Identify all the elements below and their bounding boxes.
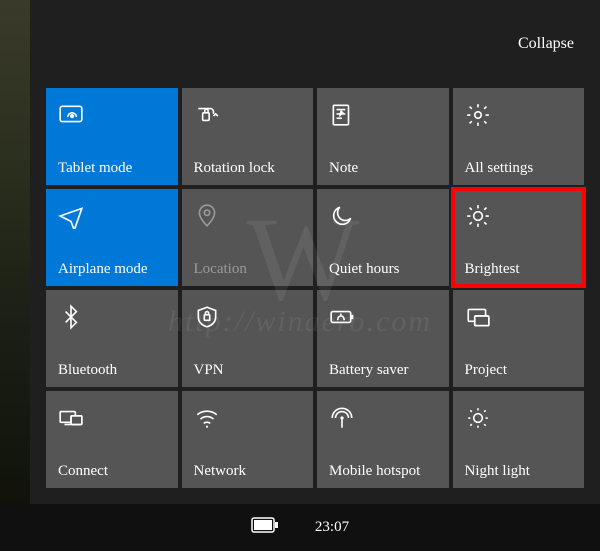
- tile-label: Airplane mode: [58, 260, 170, 278]
- tile-location[interactable]: Location: [182, 189, 314, 286]
- note-icon: [317, 88, 449, 132]
- night-light-sun-icon: [453, 391, 585, 435]
- tile-tablet-mode[interactable]: Tablet mode: [46, 88, 178, 185]
- tile-label: Network: [194, 462, 306, 480]
- tile-label: Quiet hours: [329, 260, 441, 278]
- tile-label: Project: [465, 361, 577, 379]
- wifi-icon: [182, 391, 314, 435]
- tile-label: Rotation lock: [194, 159, 306, 177]
- settings-gear-icon: [453, 88, 585, 132]
- tile-note[interactable]: Note: [317, 88, 449, 185]
- battery-tray-icon[interactable]: [251, 516, 279, 539]
- tile-quiet-hours[interactable]: Quiet hours: [317, 189, 449, 286]
- tile-label: Bluetooth: [58, 361, 170, 379]
- tile-label: Battery saver: [329, 361, 441, 379]
- tile-label: All settings: [465, 159, 577, 177]
- tile-label: Connect: [58, 462, 170, 480]
- airplane-icon: [46, 189, 178, 233]
- header-row: Collapse: [30, 0, 600, 88]
- battery-saver-icon: [317, 290, 449, 334]
- tile-brightness[interactable]: Brightest: [453, 189, 585, 286]
- tile-label: VPN: [194, 361, 306, 379]
- moon-icon: [317, 189, 449, 233]
- vpn-shield-icon: [182, 290, 314, 334]
- rotation-lock-icon: [182, 88, 314, 132]
- tile-vpn[interactable]: VPN: [182, 290, 314, 387]
- taskbar-clock[interactable]: 23:07: [315, 519, 349, 536]
- location-pin-icon: [182, 189, 314, 233]
- bluetooth-icon: [46, 290, 178, 334]
- tile-all-settings[interactable]: All settings: [453, 88, 585, 185]
- tile-rotation-lock[interactable]: Rotation lock: [182, 88, 314, 185]
- tile-project[interactable]: Project: [453, 290, 585, 387]
- tile-label: Tablet mode: [58, 159, 170, 177]
- tablet-mode-icon: [46, 88, 178, 132]
- quick-actions-grid: Tablet mode Rotation lock Note: [30, 88, 600, 504]
- tile-battery-saver[interactable]: Battery saver: [317, 290, 449, 387]
- tile-bluetooth[interactable]: Bluetooth: [46, 290, 178, 387]
- hotspot-antenna-icon: [317, 391, 449, 435]
- tile-mobile-hotspot[interactable]: Mobile hotspot: [317, 391, 449, 488]
- tile-night-light[interactable]: Night light: [453, 391, 585, 488]
- project-screen-icon: [453, 290, 585, 334]
- tile-label: Mobile hotspot: [329, 462, 441, 480]
- tile-label: Brightest: [465, 260, 577, 278]
- tile-label: Note: [329, 159, 441, 177]
- tile-label: Night light: [465, 462, 577, 480]
- collapse-button[interactable]: Collapse: [518, 35, 574, 53]
- taskbar: 23:07: [0, 504, 600, 551]
- tile-label: Location: [194, 260, 306, 278]
- connect-icon: [46, 391, 178, 435]
- tile-connect[interactable]: Connect: [46, 391, 178, 488]
- desktop-background-sliver: [0, 0, 30, 551]
- tile-airplane-mode[interactable]: Airplane mode: [46, 189, 178, 286]
- tile-network[interactable]: Network: [182, 391, 314, 488]
- brightness-sun-icon: [453, 189, 585, 233]
